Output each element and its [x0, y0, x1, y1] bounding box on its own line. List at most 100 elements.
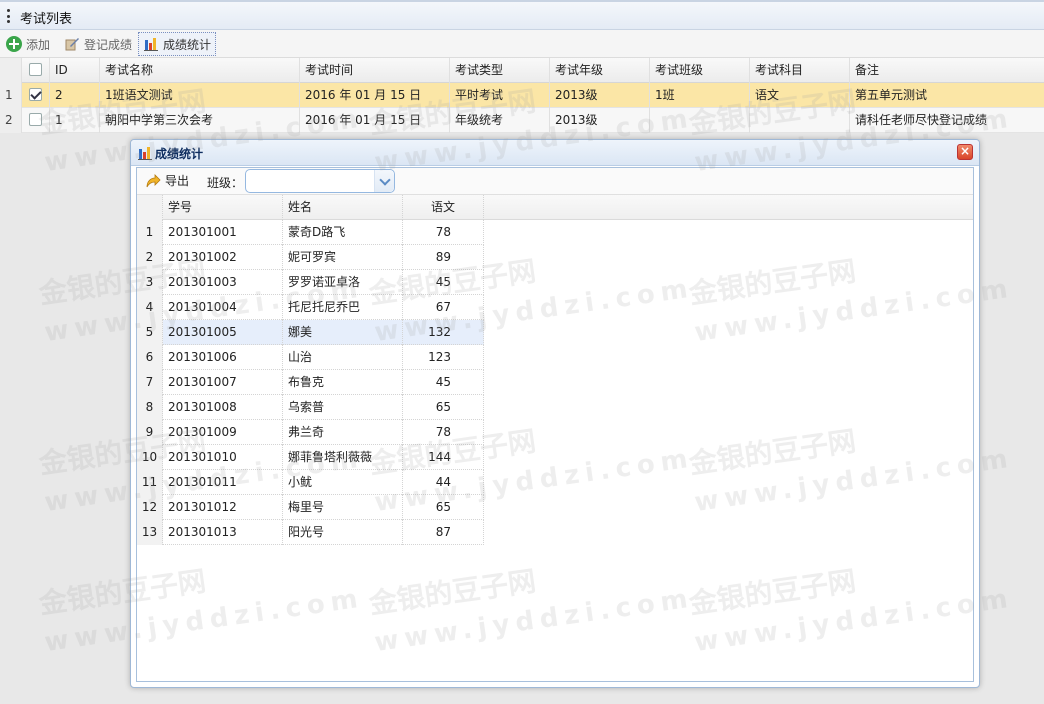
score-stats-dialog: 成绩统计 × 导出 班级： 学号 姓名 语文 1 201301001 蒙奇D路飞…	[130, 139, 980, 688]
col-student-id[interactable]: 学号	[163, 195, 283, 220]
col-id[interactable]: ID	[50, 58, 100, 83]
row-number: 9	[137, 420, 163, 445]
row-number: 13	[137, 520, 163, 545]
table-row[interactable]: 12 201301012 梅里号 65	[137, 495, 484, 520]
student-name: 娜美	[283, 320, 403, 345]
chevron-down-icon[interactable]	[374, 170, 394, 192]
chinese-score: 123	[403, 345, 484, 370]
table-row[interactable]: 4 201301004 托尼托尼乔巴 67	[137, 295, 484, 320]
col-note[interactable]: 备注	[850, 58, 1044, 83]
table-row[interactable]: 2 201301002 妮可罗宾 89	[137, 245, 484, 270]
panel-header: 考试列表	[0, 0, 1044, 30]
dialog-header[interactable]: 成绩统计 ×	[131, 140, 979, 166]
register-scores-label: 登记成绩	[84, 37, 133, 52]
export-button[interactable]: 导出	[145, 172, 189, 189]
chinese-score: 45	[403, 370, 484, 395]
row-number: 1	[137, 220, 163, 245]
grip-icon	[7, 9, 11, 23]
table-row[interactable]: 2 1 朝阳中学第三次会考 2016 年 01 月 15 日 年级统考 2013…	[0, 108, 1044, 133]
dialog-body: 导出 班级： 学号 姓名 语文 1 201301001 蒙奇D路飞 78 2 201301…	[136, 167, 974, 682]
table-row[interactable]: 5 201301005 娜美 132	[137, 320, 484, 345]
chinese-score: 87	[403, 520, 484, 545]
student-id: 201301011	[163, 470, 283, 495]
edit-icon	[64, 36, 80, 52]
student-name: 弗兰奇	[283, 420, 403, 445]
table-row[interactable]: 10 201301010 娜菲鲁塔利薇薇 144	[137, 445, 484, 470]
col-chinese-score[interactable]: 语文	[403, 195, 484, 220]
panel-title: 考试列表	[20, 12, 73, 27]
student-name: 梅里号	[283, 495, 403, 520]
register-scores-button[interactable]: 登记成绩	[60, 32, 136, 56]
table-row[interactable]: 7 201301007 布鲁克 45	[137, 370, 484, 395]
student-id: 201301002	[163, 245, 283, 270]
row-number: 8	[137, 395, 163, 420]
dialog-toolbar: 导出 班级：	[137, 168, 973, 195]
student-id: 201301006	[163, 345, 283, 370]
chinese-score: 78	[403, 420, 484, 445]
row-number: 6	[137, 345, 163, 370]
add-icon	[6, 36, 22, 52]
col-exam-subject[interactable]: 考试科目	[750, 58, 850, 83]
student-id: 201301012	[163, 495, 283, 520]
row-checkbox[interactable]	[22, 108, 50, 133]
score-stats-label: 成绩统计	[163, 37, 212, 52]
close-icon[interactable]: ×	[957, 144, 973, 160]
dialog-title: 成绩统计	[155, 147, 204, 161]
student-name: 山治	[283, 345, 403, 370]
student-name: 娜菲鲁塔利薇薇	[283, 445, 403, 470]
score-stats-button[interactable]: 成绩统计	[138, 32, 217, 56]
student-id: 201301005	[163, 320, 283, 345]
student-name: 小鱿	[283, 470, 403, 495]
bar-chart-icon	[143, 36, 159, 52]
score-grid-header: 学号 姓名 语文	[137, 195, 973, 220]
student-name: 妮可罗宾	[283, 245, 403, 270]
row-number: 4	[137, 295, 163, 320]
col-exam-type[interactable]: 考试类型	[450, 58, 550, 83]
chinese-score: 65	[403, 395, 484, 420]
row-number: 5	[137, 320, 163, 345]
student-id: 201301008	[163, 395, 283, 420]
chinese-score: 45	[403, 270, 484, 295]
row-number: 3	[137, 270, 163, 295]
row-checkbox[interactable]	[22, 83, 50, 108]
col-exam-grade[interactable]: 考试年级	[550, 58, 650, 83]
table-row[interactable]: 8 201301008 乌索普 65	[137, 395, 484, 420]
add-button-label: 添加	[26, 37, 51, 52]
student-name: 托尼托尼乔巴	[283, 295, 403, 320]
student-id: 201301004	[163, 295, 283, 320]
student-id: 201301001	[163, 220, 283, 245]
chinese-score: 78	[403, 220, 484, 245]
table-row[interactable]: 9 201301009 弗兰奇 78	[137, 420, 484, 445]
table-row[interactable]: 3 201301003 罗罗诺亚卓洛 45	[137, 270, 484, 295]
select-all-checkbox[interactable]	[22, 58, 50, 83]
chinese-score: 132	[403, 320, 484, 345]
table-row[interactable]: 1 201301001 蒙奇D路飞 78	[137, 220, 484, 245]
row-number: 12	[137, 495, 163, 520]
main-toolbar: 添加 登记成绩 成绩统计	[0, 30, 1044, 58]
table-row[interactable]: 6 201301006 山治 123	[137, 345, 484, 370]
class-select[interactable]	[245, 169, 395, 193]
chinese-score: 65	[403, 495, 484, 520]
chinese-score: 89	[403, 245, 484, 270]
student-name: 蒙奇D路飞	[283, 220, 403, 245]
student-name: 乌索普	[283, 395, 403, 420]
col-exam-class[interactable]: 考试班级	[650, 58, 750, 83]
export-label: 导出	[165, 174, 190, 188]
chinese-score: 144	[403, 445, 484, 470]
row-number: 11	[137, 470, 163, 495]
row-number: 2	[137, 245, 163, 270]
chinese-score: 67	[403, 295, 484, 320]
student-name: 罗罗诺亚卓洛	[283, 270, 403, 295]
class-label: 班级：	[207, 176, 244, 190]
student-id: 201301009	[163, 420, 283, 445]
col-exam-time[interactable]: 考试时间	[300, 58, 450, 83]
student-id: 201301007	[163, 370, 283, 395]
table-row[interactable]: 11 201301011 小鱿 44	[137, 470, 484, 495]
row-number: 7	[137, 370, 163, 395]
table-row[interactable]: 1 2 1班语文测试 2016 年 01 月 15 日 平时考试 2013级 1…	[0, 83, 1044, 108]
col-student-name[interactable]: 姓名	[283, 195, 403, 220]
table-row[interactable]: 13 201301013 阳光号 87	[137, 520, 484, 545]
col-exam-name[interactable]: 考试名称	[100, 58, 300, 83]
add-button[interactable]: 添加	[2, 32, 54, 56]
student-id: 201301010	[163, 445, 283, 470]
